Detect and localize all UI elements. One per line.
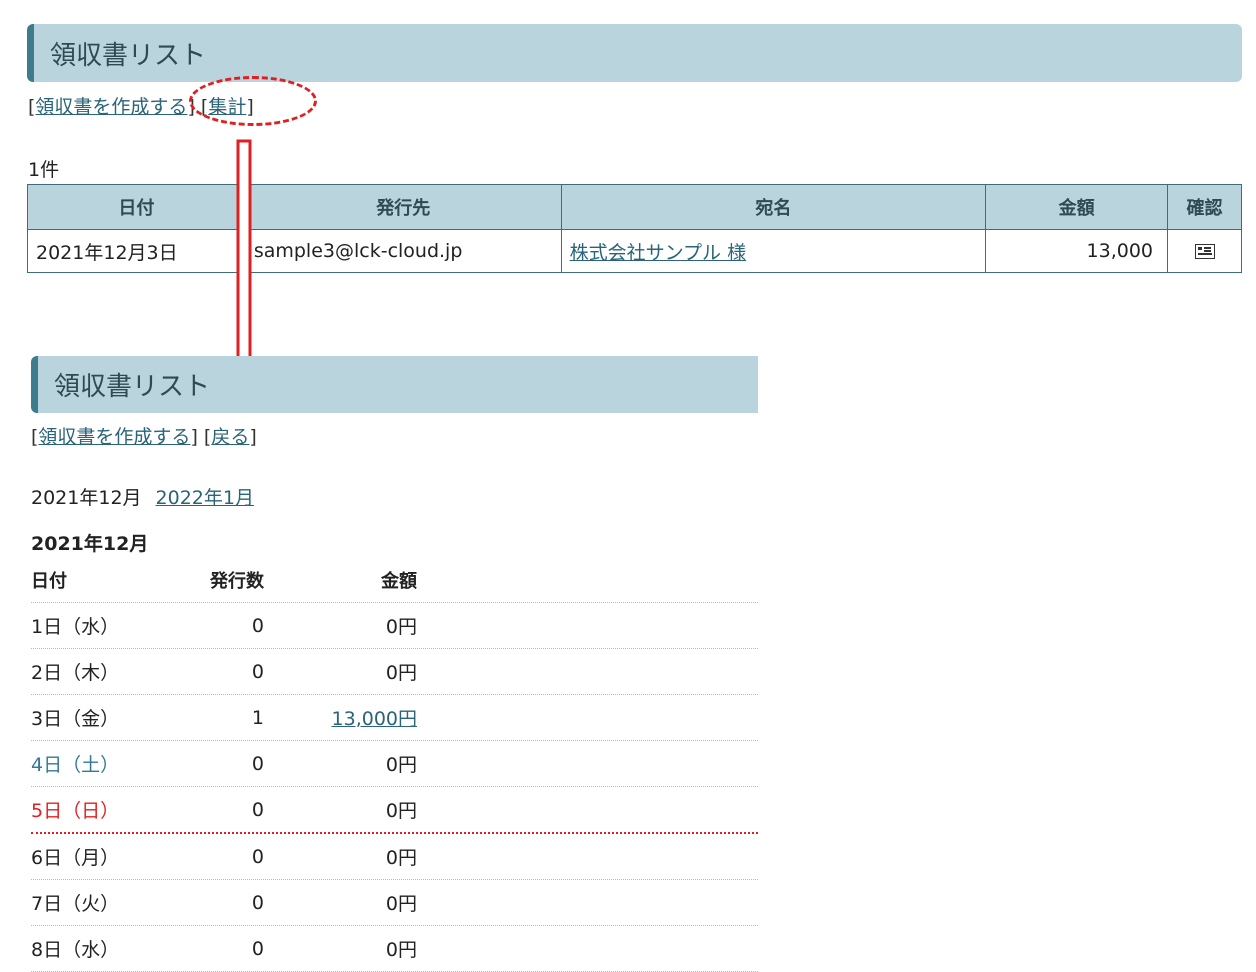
card-icon[interactable] xyxy=(1194,244,1215,259)
summary-amount: 0円 xyxy=(385,662,417,684)
summary-date: 6日（月） xyxy=(31,847,120,869)
table-header-row: 日付 発行先 宛名 金額 確認 xyxy=(27,184,1242,230)
annotation-down-arrow xyxy=(226,139,265,384)
summary-date: 5日（日） xyxy=(31,800,120,822)
summary-date: 8日（水） xyxy=(31,939,120,961)
col-header-issuer: 発行先 xyxy=(244,184,562,230)
summary-amount-link[interactable]: 13,000円 xyxy=(332,708,417,730)
summary-date: 1日（水） xyxy=(31,616,120,638)
summary-count: 0 xyxy=(251,798,264,821)
col-header-confirm: 確認 xyxy=(1167,184,1242,230)
summary-row: 8日（水） 0 0円 xyxy=(31,926,758,972)
summary-count: 0 xyxy=(251,845,264,868)
col-header-date: 日付 xyxy=(31,571,67,592)
col-header-date: 日付 xyxy=(27,184,246,230)
summary-count: 0 xyxy=(251,752,264,775)
summary-amount: 13,000円 xyxy=(264,704,417,731)
summary-count: 0 xyxy=(251,614,264,637)
summary-date: 3日（金） xyxy=(31,708,120,730)
summary-amount: 0円 xyxy=(385,754,417,776)
summary-count: 0 xyxy=(251,937,264,960)
page-title: 領収書リスト xyxy=(27,24,1242,82)
next-month-link[interactable]: 2022年1月 xyxy=(156,487,254,509)
addressee-link[interactable]: 株式会社サンプル 様 xyxy=(570,242,746,264)
summary-row: 3日（金） 1 13,000円 xyxy=(31,695,758,741)
col-header-count: 発行数 xyxy=(210,571,264,592)
month-navigation: 2021年12月 2022年1月 xyxy=(31,483,254,510)
page-title-summary: 領収書リスト xyxy=(31,356,758,413)
summary-date: 4日（土） xyxy=(31,754,120,776)
back-link[interactable]: 戻る xyxy=(211,426,249,448)
summary-row: 5日（日） 0 0円 xyxy=(31,787,758,834)
create-receipt-link[interactable]: 領収書を作成する xyxy=(38,426,190,448)
summary-date: 7日（火） xyxy=(31,893,120,915)
summary-amount: 0円 xyxy=(385,847,417,869)
summary-row: 4日（土） 0 0円 xyxy=(31,741,758,787)
cell-confirm xyxy=(1167,229,1242,273)
summary-rows: 1日（水） 0 0円 2日（木） 0 0円 3日（金） 1 13,000円 4日（土） 0 0円 5日（… xyxy=(31,603,758,972)
cell-amount: 13,000 xyxy=(985,229,1169,273)
receipt-table: 日付 発行先 宛名 金額 確認 2021年12月3日 sample3@lck-c… xyxy=(27,184,1242,273)
current-month: 2021年12月 xyxy=(31,487,142,509)
col-header-amount: 金額 xyxy=(985,184,1169,230)
summary-amount: 0円 xyxy=(385,893,417,915)
summary-row: 6日（月） 0 0円 xyxy=(31,834,758,880)
summary-row: 7日（火） 0 0円 xyxy=(31,880,758,926)
action-links-summary: [領収書を作成する] [戻る] xyxy=(31,426,257,448)
result-count: 1件 xyxy=(28,159,60,181)
annotation-dashed-ellipse xyxy=(189,76,317,126)
summary-row: 2日（木） 0 0円 xyxy=(31,649,758,695)
create-receipt-link[interactable]: 領収書を作成する xyxy=(35,96,187,118)
cell-date: 2021年12月3日 xyxy=(27,229,246,273)
daily-summary-table: 日付 発行数 金額 1日（水） 0 0円 2日（木） 0 0円 3日（金） 1 13,000円 4… xyxy=(31,558,758,972)
summary-amount: 0円 xyxy=(385,939,417,961)
summary-count: 1 xyxy=(251,706,264,729)
summary-count: 0 xyxy=(251,660,264,683)
col-header-addressee: 宛名 xyxy=(560,184,987,230)
summary-count: 0 xyxy=(251,891,264,914)
cell-addressee: 株式会社サンプル 様 xyxy=(560,229,987,273)
cell-issuer: sample3@lck-cloud.jp xyxy=(244,229,562,273)
month-heading: 2021年12月 xyxy=(31,533,149,555)
summary-amount: 0円 xyxy=(385,800,417,822)
summary-date: 2日（木） xyxy=(31,662,120,684)
page-title-text: 領収書リスト xyxy=(50,40,207,71)
summary-amount: 0円 xyxy=(385,616,417,638)
summary-row: 1日（水） 0 0円 xyxy=(31,603,758,649)
page-title-text: 領収書リスト xyxy=(54,372,211,402)
col-header-amount: 金額 xyxy=(381,571,417,592)
summary-header-row: 日付 発行数 金額 xyxy=(31,558,758,603)
table-row: 2021年12月3日 sample3@lck-cloud.jp 株式会社サンプル… xyxy=(27,229,1242,273)
